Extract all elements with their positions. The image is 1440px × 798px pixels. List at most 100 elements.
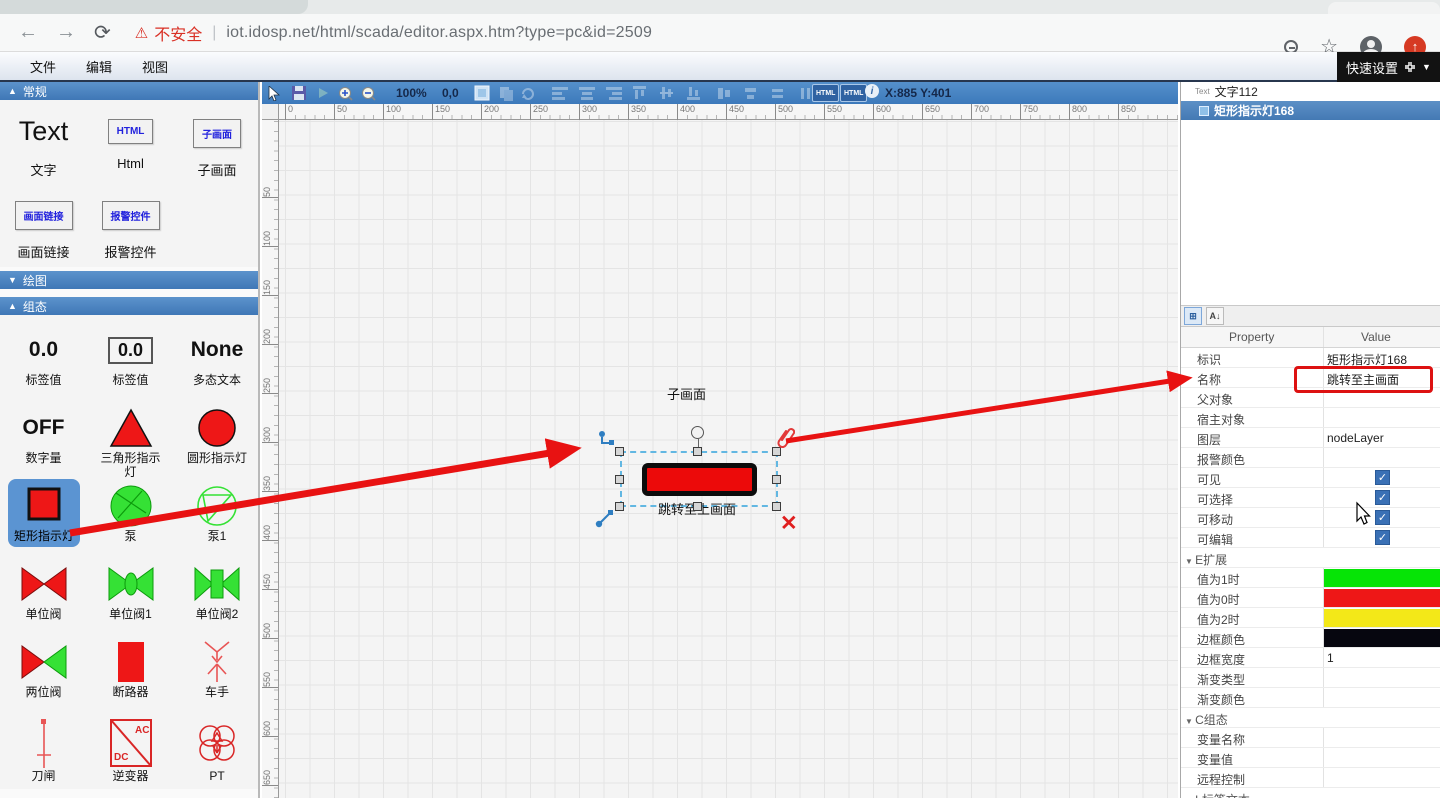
checkbox[interactable]: ✓ bbox=[1375, 510, 1390, 525]
address-bar[interactable]: ⚠ 不安全 | iot.idosp.net/html/scada/editor.… bbox=[135, 21, 652, 45]
property-row[interactable]: 远程控制 bbox=[1181, 768, 1440, 788]
palette-item-inverter[interactable]: ACDC 逆变器 bbox=[87, 711, 174, 789]
align-center-icon[interactable] bbox=[579, 84, 595, 102]
property-row[interactable]: 可选择✓ bbox=[1181, 488, 1440, 508]
reload-icon[interactable]: ⟳ bbox=[94, 20, 111, 45]
html-source-button[interactable]: HTML bbox=[812, 84, 839, 102]
palette-item-label-value[interactable]: 0.0 标签值 bbox=[0, 321, 87, 399]
section-header-general[interactable]: ▲常规 bbox=[0, 82, 258, 100]
menu-view[interactable]: 视图 bbox=[142, 57, 168, 76]
delete-element-icon[interactable]: ✕ bbox=[780, 511, 798, 536]
palette-item-alarm-control[interactable]: 报警控件 报警控件 bbox=[87, 179, 174, 261]
palette-item-valve2[interactable]: 单位阀2 bbox=[174, 555, 260, 633]
property-row[interactable]: 边框宽度1 bbox=[1181, 648, 1440, 668]
property-row[interactable]: 渐变类型 bbox=[1181, 668, 1440, 688]
align-right-icon[interactable] bbox=[606, 84, 622, 102]
property-section-row[interactable]: E扩展 bbox=[1181, 548, 1440, 568]
property-value[interactable]: 1 bbox=[1323, 651, 1439, 665]
property-row[interactable]: 宿主对象 bbox=[1181, 408, 1440, 428]
palette-item-knife-switch[interactable]: 刀闸 bbox=[0, 711, 87, 789]
palette-item-triangle-indicator[interactable]: 三角形指示灯 bbox=[87, 399, 174, 477]
property-section-row[interactable]: C组态 bbox=[1181, 708, 1440, 728]
property-row[interactable]: 变量名称 bbox=[1181, 728, 1440, 748]
property-section-row[interactable]: L标签文本 bbox=[1181, 788, 1440, 798]
property-row[interactable]: 标识矩形指示灯168 bbox=[1181, 348, 1440, 368]
connector-out-icon[interactable] bbox=[597, 430, 617, 455]
resize-handle-s[interactable] bbox=[693, 502, 702, 511]
property-row[interactable]: 可移动✓ bbox=[1181, 508, 1440, 528]
resize-handle-n[interactable] bbox=[693, 447, 702, 456]
align-top-icon[interactable] bbox=[633, 84, 646, 102]
subscreen-text-element[interactable]: 子画面 bbox=[667, 384, 706, 403]
palette-item-valve[interactable]: 单位阀 bbox=[0, 555, 87, 633]
align-left-icon[interactable] bbox=[552, 84, 568, 102]
run-icon[interactable] bbox=[317, 84, 329, 102]
section-header-config[interactable]: ▲组态 bbox=[0, 297, 258, 315]
property-row[interactable]: 可编辑✓ bbox=[1181, 528, 1440, 548]
canvas-grid[interactable]: 子画面 跳转至上画面 ✕ bbox=[279, 120, 1178, 798]
property-row[interactable]: 值为2时 bbox=[1181, 608, 1440, 628]
palette-item-rect-indicator[interactable]: 矩形指示灯 bbox=[0, 477, 87, 555]
palette-item-circle-indicator[interactable]: 圆形指示灯 bbox=[174, 399, 260, 477]
menu-file[interactable]: 文件 bbox=[30, 57, 56, 76]
color-swatch[interactable] bbox=[1324, 629, 1440, 647]
resize-handle-e[interactable] bbox=[772, 475, 781, 484]
resize-handle-sw[interactable] bbox=[615, 502, 624, 511]
palette-item-pump1[interactable]: 泵1 bbox=[174, 477, 260, 555]
zoom-in-icon[interactable] bbox=[338, 84, 353, 102]
color-swatch[interactable] bbox=[1324, 569, 1440, 587]
palette-item-text[interactable]: Text 文字 bbox=[0, 108, 87, 179]
color-swatch[interactable] bbox=[1324, 589, 1440, 607]
distribute-h-icon[interactable] bbox=[771, 84, 785, 102]
palette-item-multistate-text[interactable]: None 多态文本 bbox=[174, 321, 260, 399]
copy-icon[interactable] bbox=[499, 84, 514, 102]
checkbox[interactable]: ✓ bbox=[1375, 530, 1390, 545]
palette-item-two-state-valve[interactable]: 两位阀 bbox=[0, 633, 87, 711]
color-swatch[interactable] bbox=[1324, 609, 1440, 627]
align-middle-icon[interactable] bbox=[660, 84, 673, 102]
palette-item-valve1[interactable]: 单位阀1 bbox=[87, 555, 174, 633]
save-icon[interactable] bbox=[292, 84, 306, 102]
property-value[interactable]: nodeLayer bbox=[1323, 431, 1439, 445]
connector-in-icon[interactable] bbox=[595, 508, 615, 533]
rotation-handle[interactable] bbox=[691, 426, 704, 439]
same-width-icon[interactable] bbox=[717, 84, 731, 102]
browser-secondary-tab[interactable] bbox=[1328, 2, 1440, 14]
resize-handle-w[interactable] bbox=[615, 475, 624, 484]
property-row[interactable]: 值为1时 bbox=[1181, 568, 1440, 588]
palette-item-trolley[interactable]: 车手 bbox=[174, 633, 260, 711]
palette-item-label-value-boxed[interactable]: 0.0 标签值 bbox=[87, 321, 174, 399]
section-header-drawing[interactable]: ▼绘图 bbox=[0, 271, 258, 289]
back-icon[interactable]: ← bbox=[18, 21, 38, 44]
browser-active-tab[interactable] bbox=[0, 0, 308, 14]
rotate-icon[interactable] bbox=[520, 84, 535, 102]
checkbox[interactable]: ✓ bbox=[1375, 490, 1390, 505]
pointer-tool-icon[interactable] bbox=[268, 84, 281, 102]
forward-icon[interactable]: → bbox=[56, 21, 76, 44]
property-row[interactable]: 报警颜色 bbox=[1181, 448, 1440, 468]
palette-item-pump[interactable]: 泵 bbox=[87, 477, 174, 555]
palette-item-subscreen[interactable]: 子画面 子画面 bbox=[174, 108, 260, 179]
object-tree-item-text[interactable]: Text 文字112 bbox=[1181, 82, 1440, 101]
rect-indicator-element[interactable] bbox=[642, 463, 757, 496]
palette-item-html[interactable]: HTML Html bbox=[87, 108, 174, 179]
property-row[interactable]: 可见✓ bbox=[1181, 468, 1440, 488]
canvas-settings-icon[interactable] bbox=[474, 84, 490, 102]
object-tree-item-rect-indicator[interactable]: 矩形指示灯168 bbox=[1181, 101, 1440, 120]
attach-link-icon[interactable] bbox=[777, 426, 795, 453]
property-row[interactable]: 图层nodeLayer bbox=[1181, 428, 1440, 448]
property-row[interactable]: 值为0时 bbox=[1181, 588, 1440, 608]
menu-edit[interactable]: 编辑 bbox=[86, 57, 112, 76]
property-row[interactable]: 边框颜色 bbox=[1181, 628, 1440, 648]
checkbox[interactable]: ✓ bbox=[1375, 470, 1390, 485]
same-height-icon[interactable] bbox=[744, 84, 758, 102]
palette-item-pt[interactable]: PT bbox=[174, 711, 260, 789]
palette-item-breaker[interactable]: 断路器 bbox=[87, 633, 174, 711]
quick-settings-button[interactable]: 快速设置 ▼ bbox=[1337, 52, 1440, 82]
align-bottom-icon[interactable] bbox=[687, 84, 700, 102]
info-icon[interactable]: i bbox=[865, 84, 879, 98]
zoom-out-icon[interactable] bbox=[361, 84, 376, 102]
alphabetical-sort-icon[interactable]: A↓ bbox=[1206, 307, 1224, 325]
property-row[interactable]: 渐变颜色 bbox=[1181, 688, 1440, 708]
property-row[interactable]: 变量值 bbox=[1181, 748, 1440, 768]
